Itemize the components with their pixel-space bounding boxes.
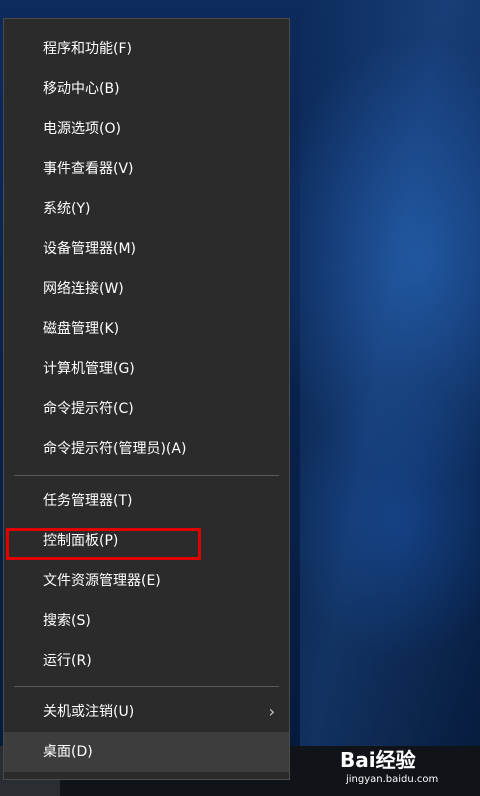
menu-item-command-prompt[interactable]: 命令提示符(C) — [4, 389, 289, 429]
menu-item-run[interactable]: 运行(R) — [4, 641, 289, 681]
winx-context-menu: 程序和功能(F) 移动中心(B) 电源选项(O) 事件查看器(V) 系统(Y) … — [3, 18, 290, 780]
menu-item-search[interactable]: 搜索(S) — [4, 601, 289, 641]
menu-item-label: 命令提示符(管理员)(A) — [43, 441, 187, 457]
menu-divider — [14, 475, 279, 476]
menu-item-programs-features[interactable]: 程序和功能(F) — [4, 29, 289, 69]
menu-item-label: 设备管理器(M) — [43, 241, 137, 257]
menu-item-label: 搜索(S) — [43, 613, 91, 629]
menu-item-shutdown-signout[interactable]: 关机或注销(U) › — [4, 692, 289, 732]
watermark-logo: Bai经验 — [340, 748, 416, 772]
chevron-right-icon: › — [268, 702, 275, 721]
menu-item-label: 文件资源管理器(E) — [43, 573, 161, 589]
menu-item-command-prompt-admin[interactable]: 命令提示符(管理员)(A) — [4, 429, 289, 469]
menu-item-mobility-center[interactable]: 移动中心(B) — [4, 69, 289, 109]
menu-item-label: 运行(R) — [43, 653, 92, 669]
wallpaper-light-beam — [300, 0, 480, 796]
menu-item-system[interactable]: 系统(Y) — [4, 189, 289, 229]
highlight-annotation-box — [6, 528, 201, 560]
menu-item-label: 关机或注销(U) — [43, 704, 135, 720]
menu-item-label: 命令提示符(C) — [43, 401, 134, 417]
menu-item-file-explorer[interactable]: 文件资源管理器(E) — [4, 561, 289, 601]
menu-item-label: 系统(Y) — [43, 201, 91, 217]
menu-item-computer-management[interactable]: 计算机管理(G) — [4, 349, 289, 389]
menu-item-label: 桌面(D) — [43, 744, 93, 760]
menu-item-disk-management[interactable]: 磁盘管理(K) — [4, 309, 289, 349]
menu-item-label: 任务管理器(T) — [43, 493, 133, 509]
menu-item-event-viewer[interactable]: 事件查看器(V) — [4, 149, 289, 189]
menu-item-label: 电源选项(O) — [43, 121, 121, 137]
menu-item-device-manager[interactable]: 设备管理器(M) — [4, 229, 289, 269]
menu-item-label: 计算机管理(G) — [43, 361, 135, 377]
menu-item-label: 网络连接(W) — [43, 281, 124, 297]
baidu-jingyan-watermark: Bai经验 jingyan.baidu.com — [340, 744, 472, 792]
menu-item-network-connections[interactable]: 网络连接(W) — [4, 269, 289, 309]
menu-item-label: 磁盘管理(K) — [43, 321, 120, 337]
menu-item-desktop[interactable]: 桌面(D) — [4, 732, 289, 772]
menu-item-label: 事件查看器(V) — [43, 161, 134, 177]
watermark-url: jingyan.baidu.com — [346, 774, 439, 785]
menu-item-label: 移动中心(B) — [43, 81, 120, 97]
menu-item-power-options[interactable]: 电源选项(O) — [4, 109, 289, 149]
menu-item-task-manager[interactable]: 任务管理器(T) — [4, 481, 289, 521]
menu-item-label: 程序和功能(F) — [43, 41, 132, 57]
menu-divider — [14, 686, 279, 687]
